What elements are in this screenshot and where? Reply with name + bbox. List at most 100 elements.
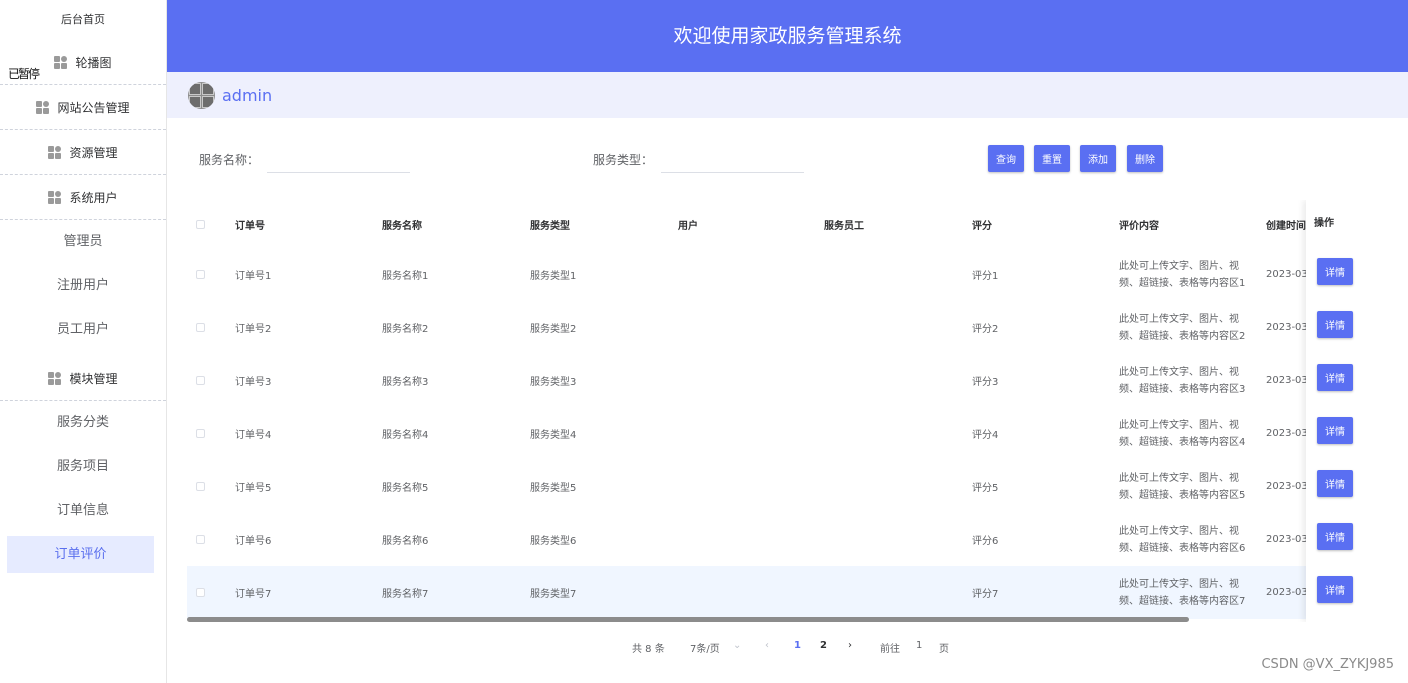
cell-service-name: 服务名称3	[382, 377, 429, 388]
table-row[interactable]: 订单号3 服务名称3 服务类型3 评分3 此处可上传文字、图片、视 频、超链接、表…	[187, 354, 1394, 407]
user-bar: admin	[167, 72, 1408, 118]
table-row[interactable]: 订单号1 服务名称1 服务类型1 评分1 此处可上传文字、图片、视 频、超链接、表…	[187, 248, 1394, 301]
sidebar-item-service-category[interactable]: 服务分类	[0, 401, 166, 445]
sidebar-item-label: 服务项目	[56, 459, 109, 474]
cell-created-time: 2023-03-	[1266, 481, 1312, 492]
cell-review-content: 此处可上传文字、图片、视 频、超链接、表格等内容区7	[1119, 578, 1246, 607]
reset-button[interactable]: 重置	[1034, 145, 1070, 172]
sidebar-item-order-info[interactable]: 订单信息	[0, 489, 166, 533]
cell-service-type: 服务类型2	[530, 324, 577, 335]
sidebar: 后台首页 轮播图 网站公告管理 资源管理 系统用户 管理员 注册用户 员工用户 …	[0, 0, 167, 683]
cell-score: 评分3	[972, 377, 999, 388]
sidebar-item-service-project[interactable]: 服务项目	[0, 445, 166, 489]
username[interactable]: admin	[222, 86, 272, 105]
detail-button[interactable]: 详情	[1317, 417, 1353, 444]
cell-service-name: 服务名称7	[382, 589, 429, 600]
grid-icon	[48, 190, 62, 204]
sidebar-group-modules[interactable]: 模块管理	[0, 356, 166, 401]
cell-order-no: 订单号1	[235, 271, 272, 282]
table-row[interactable]: 订单号5 服务名称5 服务类型5 评分5 此处可上传文字、图片、视 频、超链接、表…	[187, 460, 1394, 513]
sidebar-item-home[interactable]: 后台首页	[0, 0, 166, 40]
detail-button[interactable]: 详情	[1317, 576, 1353, 603]
grid-icon	[48, 145, 62, 159]
table-row[interactable]: 订单号2 服务名称2 服务类型2 评分2 此处可上传文字、图片、视 频、超链接、表…	[187, 301, 1394, 354]
sidebar-group-label: 轮播图	[75, 55, 112, 70]
detail-button[interactable]: 详情	[1317, 258, 1353, 285]
sidebar-home-label: 后台首页	[61, 13, 105, 26]
cell-review-content: 此处可上传文字、图片、视 频、超链接、表格等内容区2	[1119, 313, 1246, 342]
detail-button[interactable]: 详情	[1317, 311, 1353, 338]
cell-created-time: 2023-03-	[1266, 322, 1312, 333]
sidebar-item-registered-users[interactable]: 注册用户	[0, 264, 166, 308]
cell-created-time: 2023-03-	[1266, 269, 1312, 280]
row-checkbox[interactable]	[196, 460, 205, 513]
paused-overlay-text: 已暂停	[8, 67, 40, 81]
goto-page-input[interactable]: 1	[916, 640, 922, 651]
cell-score: 评分1	[972, 271, 999, 282]
cell-created-time: 2023-03-	[1266, 428, 1312, 439]
row-checkbox[interactable]	[196, 513, 205, 566]
cell-created-time: 2023-03-	[1266, 534, 1312, 545]
sidebar-item-label: 注册用户	[56, 278, 109, 293]
header-staff: 服务员工	[824, 220, 864, 232]
next-page-icon[interactable]: ›	[848, 640, 852, 651]
chevron-down-icon[interactable]: ⌄	[733, 640, 741, 651]
service-type-label: 服务类型：	[593, 153, 654, 167]
grid-icon	[54, 55, 68, 69]
table-row[interactable]: 订单号6 服务名称6 服务类型6 评分6 此处可上传文字、图片、视 频、超链接、表…	[187, 513, 1394, 566]
sidebar-item-admins[interactable]: 管理员	[0, 220, 166, 264]
cell-order-no: 订单号7	[235, 589, 272, 600]
cell-service-name: 服务名称2	[382, 324, 429, 335]
avatar[interactable]	[188, 81, 215, 109]
cell-created-time: 2023-03-	[1266, 375, 1312, 386]
page-size-select[interactable]: 7条/页	[690, 640, 720, 655]
sidebar-group-resources[interactable]: 资源管理	[0, 130, 166, 175]
cell-review-content: 此处可上传文字、图片、视 频、超链接、表格等内容区1	[1119, 260, 1246, 289]
sidebar-item-label: 订单评价	[54, 547, 107, 562]
cell-score: 评分7	[972, 589, 999, 600]
header-user: 用户	[678, 220, 698, 232]
sidebar-group-system-users[interactable]: 系统用户	[0, 175, 166, 220]
header-created-time: 创建时间	[1266, 220, 1306, 232]
select-all-checkbox[interactable]	[196, 200, 205, 248]
cell-service-name: 服务名称5	[382, 483, 429, 494]
detail-button[interactable]: 详情	[1317, 523, 1353, 550]
prev-page-icon[interactable]: ‹	[765, 640, 769, 651]
sidebar-group-announcements[interactable]: 网站公告管理	[0, 85, 166, 130]
sidebar-item-staff-users[interactable]: 员工用户	[0, 308, 166, 352]
row-checkbox[interactable]	[196, 354, 205, 407]
table-row[interactable]: 订单号4 服务名称4 服务类型4 评分4 此处可上传文字、图片、视 频、超链接、表…	[187, 407, 1394, 460]
cell-score: 评分5	[972, 483, 999, 494]
pagination: 共 8 条 7条/页 ⌄ ‹ 1 2 › 前往 1 页	[0, 640, 1408, 655]
search-bar: 服务名称： 服务类型： 查询 重置 添加 删除	[167, 118, 1408, 198]
page-number-2[interactable]: 2	[820, 640, 827, 651]
cell-order-no: 订单号2	[235, 324, 272, 335]
header-service-type: 服务类型	[530, 220, 570, 232]
service-name-input[interactable]	[267, 146, 410, 173]
cell-created-time: 2023-03-	[1266, 587, 1312, 598]
sidebar-item-order-review[interactable]: 订单评价	[7, 536, 154, 573]
row-checkbox[interactable]	[196, 407, 205, 460]
cell-score: 评分4	[972, 430, 999, 441]
page-number-1[interactable]: 1	[794, 640, 801, 651]
detail-button[interactable]: 详情	[1317, 470, 1353, 497]
detail-button[interactable]: 详情	[1317, 364, 1353, 391]
watermark: CSDN @VX_ZYKJ985	[1261, 657, 1394, 672]
add-button[interactable]: 添加	[1080, 145, 1116, 172]
delete-button[interactable]: 删除	[1127, 145, 1163, 172]
page-unit-label: 页	[939, 644, 949, 655]
cell-score: 评分6	[972, 536, 999, 547]
sidebar-item-label: 服务分类	[56, 415, 109, 430]
sidebar-item-label: 管理员	[63, 234, 103, 249]
service-type-input[interactable]	[661, 146, 804, 173]
cell-review-content: 此处可上传文字、图片、视 频、超链接、表格等内容区3	[1119, 366, 1246, 395]
cell-review-content: 此处可上传文字、图片、视 频、超链接、表格等内容区5	[1119, 472, 1246, 501]
row-checkbox[interactable]	[196, 566, 205, 619]
row-checkbox[interactable]	[196, 248, 205, 301]
table-row[interactable]: 订单号7 服务名称7 服务类型7 评分7 此处可上传文字、图片、视 频、超链接、表…	[187, 566, 1394, 619]
grid-icon	[48, 371, 62, 385]
row-checkbox[interactable]	[196, 301, 205, 354]
sidebar-group-label: 系统用户	[69, 190, 118, 205]
query-button[interactable]: 查询	[988, 145, 1024, 172]
horizontal-scrollbar[interactable]	[187, 617, 1189, 622]
